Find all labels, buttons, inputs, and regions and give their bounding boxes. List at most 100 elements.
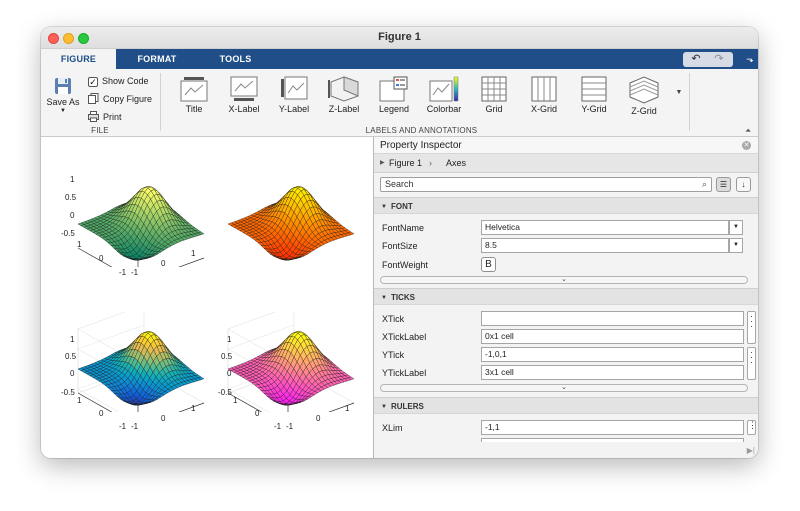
- undo-icon[interactable]: ↶: [685, 52, 707, 67]
- close-icon[interactable]: ✕: [742, 141, 751, 150]
- ticks-group-label: TICKS: [390, 293, 415, 302]
- xticklabel-field[interactable]: 0x1 cell: [481, 329, 744, 344]
- toolstrip: Save As ▼ ✓ Show Code Copy Figure Print F…: [41, 69, 758, 137]
- ytick-more-icon[interactable]: · · ·: [747, 347, 756, 380]
- prop-label-fontsize: FontSize: [382, 241, 418, 251]
- scroll-to-end-icon[interactable]: ▶|: [747, 446, 755, 455]
- next-field-partial: [481, 438, 744, 442]
- breadcrumb-axes[interactable]: Axes: [446, 154, 466, 173]
- figure-window: Figure 1 FIGURE FORMAT TOOLS ↶ ↷ ⬎ Save …: [41, 27, 758, 458]
- collapse-toolstrip-icon[interactable]: ⏶: [745, 126, 751, 136]
- legend-button[interactable]: Legend: [369, 73, 419, 123]
- show-code-label: Show Code: [102, 76, 149, 86]
- prop-label-fontname: FontName: [382, 223, 425, 233]
- zgrid-button[interactable]: Z-Grid: [619, 73, 669, 123]
- xlabel-button[interactable]: X-Label: [219, 73, 269, 123]
- save-as-button[interactable]: Save As ▼: [45, 75, 81, 123]
- tab-format[interactable]: FORMAT: [116, 49, 198, 69]
- x-tick-label: 1: [345, 404, 350, 413]
- z-tick-label: 1: [227, 335, 232, 344]
- colorbar-button[interactable]: Colorbar: [419, 73, 469, 123]
- ygrid-button[interactable]: Y-Grid: [569, 73, 619, 123]
- surface-plot-1[interactable]: [71, 167, 211, 267]
- printer-icon: [88, 111, 99, 122]
- check-icon[interactable]: ✓: [88, 77, 98, 87]
- chevron-right-icon: ▶: [380, 160, 385, 166]
- property-inspector: Property Inspector ✕ ▶ Figure 1 › Axes S…: [373, 137, 758, 458]
- legend-icon: [379, 76, 408, 102]
- list-icon: ☰: [719, 180, 728, 189]
- ylabel-button[interactable]: Y-Label: [269, 73, 319, 123]
- x-tick-label: 0: [316, 414, 321, 423]
- labels-gallery: Title X-Label Y-Label Z-Label Legend Col…: [169, 73, 672, 123]
- y-tick-label: -1: [119, 268, 127, 277]
- xlabel-button-label: X-Label: [228, 104, 260, 114]
- bold-toggle-button[interactable]: B: [481, 257, 496, 272]
- z-tick-label: -0.5: [61, 229, 75, 238]
- y-tick-label: 1: [77, 396, 82, 405]
- grid-button[interactable]: Grid: [469, 73, 519, 123]
- grid-button-label: Grid: [485, 104, 503, 114]
- fontsize-dropdown[interactable]: 8.5: [481, 238, 729, 253]
- alphabetical-view-button[interactable]: ↓: [736, 177, 751, 192]
- rulers-group-header[interactable]: ▼ RULERS: [374, 397, 758, 414]
- ytick-field[interactable]: -1,0,1: [481, 347, 744, 362]
- z-tick-label: 0: [70, 211, 75, 220]
- chevron-down-icon[interactable]: ▼: [729, 220, 743, 235]
- x-tick-label: -1: [286, 422, 294, 431]
- toolstrip-tabs: FIGURE FORMAT TOOLS ↶ ↷ ⬎: [41, 49, 758, 69]
- legend-button-label: Legend: [378, 104, 410, 114]
- section-divider: [689, 73, 690, 131]
- font-more-expander-icon[interactable]: ⌄: [380, 276, 748, 284]
- chevron-down-icon[interactable]: ▼: [729, 238, 743, 253]
- caret-down-icon: ▼: [381, 204, 387, 210]
- xtick-field[interactable]: [481, 311, 744, 326]
- z-tick-label: 0: [227, 369, 232, 378]
- y-tick-label: 1: [233, 396, 238, 405]
- x-tick-label: 0: [161, 414, 166, 423]
- search-input[interactable]: Search ⌕: [380, 177, 712, 192]
- gallery-more-icon[interactable]: ▼: [674, 89, 684, 101]
- ticks-group-header[interactable]: ▼ TICKS: [374, 288, 758, 305]
- save-icon: [55, 78, 71, 94]
- xlim-field[interactable]: -1,1: [481, 420, 744, 435]
- title-bar: Figure 1: [41, 27, 758, 49]
- grouped-view-button[interactable]: ☰: [716, 177, 731, 192]
- title-icon: [180, 77, 208, 102]
- ygrid-icon: [581, 76, 607, 102]
- x-tick-label: -1: [131, 268, 139, 277]
- xgrid-button[interactable]: X-Grid: [519, 73, 569, 123]
- chevron-down-icon[interactable]: ▼: [45, 108, 81, 114]
- xlim-more-icon[interactable]: ⋮: [747, 420, 757, 435]
- y-tick-label: 0: [99, 254, 104, 263]
- colorbar-button-label: Colorbar: [426, 104, 462, 114]
- font-group-label: FONT: [390, 202, 413, 211]
- zlabel-button[interactable]: Z-Label: [319, 73, 369, 123]
- copy-figure-button[interactable]: Copy Figure: [88, 91, 152, 107]
- surface-plot-4[interactable]: [221, 312, 361, 412]
- tab-figure[interactable]: FIGURE: [41, 49, 116, 69]
- search-icon: ⌕: [701, 179, 707, 189]
- expand-toolstrip-icon[interactable]: ⬎: [745, 52, 755, 67]
- ticks-more-expander-icon[interactable]: ⌄: [380, 384, 748, 392]
- breadcrumb: ▶ Figure 1 › Axes: [374, 154, 758, 173]
- print-label: Print: [103, 112, 122, 122]
- x-tick-label: 1: [191, 249, 196, 258]
- font-group-header[interactable]: ▼ FONT: [374, 197, 758, 214]
- xtick-more-icon[interactable]: · · ·: [747, 311, 756, 344]
- yticklabel-field[interactable]: 3x1 cell: [481, 365, 744, 380]
- redo-icon[interactable]: ↷: [708, 52, 730, 67]
- y-tick-label: 1: [77, 240, 82, 249]
- figure-canvas[interactable]: 1 0.5 0 -0.5 1 0 -1 -1 0 1 1 0.5 0 -0.5 …: [41, 137, 373, 458]
- search-placeholder: Search: [385, 179, 414, 189]
- title-button[interactable]: Title: [169, 73, 219, 123]
- y-tick-label: -1: [119, 422, 127, 431]
- surface-plot-3[interactable]: [71, 312, 211, 412]
- print-button[interactable]: Print: [88, 109, 122, 125]
- surface-plot-2[interactable]: [221, 167, 361, 267]
- xgrid-button-label: X-Grid: [530, 104, 557, 114]
- breadcrumb-figure[interactable]: Figure 1: [389, 154, 422, 173]
- show-code-checkbox[interactable]: ✓ Show Code: [88, 73, 149, 89]
- fontname-dropdown[interactable]: Helvetica: [481, 220, 729, 235]
- tab-tools[interactable]: TOOLS: [198, 49, 273, 69]
